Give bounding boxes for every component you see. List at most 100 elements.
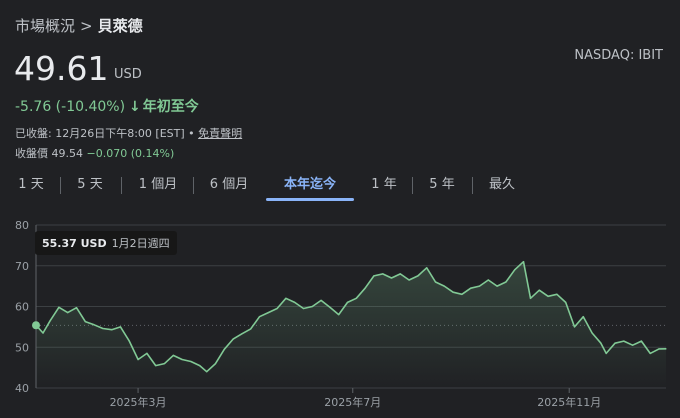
price-point xyxy=(399,273,401,275)
price-point xyxy=(58,306,60,308)
price-point xyxy=(470,287,472,289)
price-area xyxy=(36,261,666,388)
price-point xyxy=(214,362,217,365)
price-point xyxy=(128,340,130,342)
price-point xyxy=(364,287,366,289)
price-point xyxy=(146,352,148,354)
price-point xyxy=(199,364,201,367)
price-point xyxy=(75,307,78,309)
breadcrumb-separator: > xyxy=(80,17,93,35)
tab-1-month[interactable]: 1 個月 xyxy=(128,170,188,199)
price-point xyxy=(111,329,113,331)
price-point xyxy=(294,301,296,304)
closed-separator: • xyxy=(188,127,195,140)
price-change: -5.76 (-10.40%) ↓ 年初至今 xyxy=(15,96,199,116)
ticker-symbol: NASDAQ: IBIT xyxy=(574,48,663,63)
price-point xyxy=(285,297,287,299)
tab-divider xyxy=(412,177,413,194)
price-point xyxy=(605,352,607,354)
tab-5-days[interactable]: 5 天 xyxy=(66,170,114,199)
tab-6-months[interactable]: 6 個月 xyxy=(199,170,259,199)
price-point xyxy=(119,326,122,328)
price-point xyxy=(408,279,410,281)
price-point xyxy=(522,261,525,263)
price-point xyxy=(565,301,567,304)
tab-max[interactable]: 最久 xyxy=(478,170,526,199)
price-point xyxy=(538,289,540,291)
closed-datetime: 12月26日下午8:00 [EST] xyxy=(55,127,185,140)
price-point xyxy=(443,285,445,287)
price-point xyxy=(600,342,602,344)
price-point xyxy=(382,273,384,275)
x-tick-label: 2025年3月 xyxy=(110,395,167,409)
price-point xyxy=(172,354,174,356)
price-point xyxy=(452,291,454,293)
breadcrumb-root-link[interactable]: 市場概況 xyxy=(15,17,75,35)
tab-1-day[interactable]: 1 天 xyxy=(8,170,54,199)
price-point xyxy=(163,362,166,365)
y-tick-label: 70 xyxy=(15,260,29,273)
change-text: -5.76 (-10.40%) xyxy=(15,99,126,115)
price-point xyxy=(155,364,157,367)
chart-tooltip: 55.37 USD 1月2日週四 xyxy=(35,231,177,255)
price-currency: USD xyxy=(114,67,142,82)
x-tick-label: 2025年11月 xyxy=(537,395,601,409)
x-tick-label: 2025年7月 xyxy=(324,395,381,409)
price-point xyxy=(206,371,208,373)
price-point xyxy=(556,293,558,295)
price-point xyxy=(505,281,507,283)
tooltip-value: 55.37 USD xyxy=(42,237,107,250)
price-point xyxy=(417,275,419,277)
price-point xyxy=(241,333,243,335)
x-axis: 2025年3月 2025年7月 2025年11月 xyxy=(110,388,601,409)
range-tabs: 1 天 5 天 1 個月 6 個月 本年迄今 1 年 5 年 最久 xyxy=(0,170,680,202)
price-point xyxy=(514,269,516,271)
price-point xyxy=(346,301,349,304)
price-point xyxy=(582,316,584,318)
price-point xyxy=(267,312,269,314)
price-point xyxy=(434,281,437,283)
price-point xyxy=(302,307,305,310)
cursor-dot xyxy=(32,321,40,330)
tab-divider xyxy=(193,177,194,194)
tooltip-date: 1月2日週四 xyxy=(111,237,170,250)
price-point xyxy=(223,348,225,350)
price-point xyxy=(102,327,104,330)
price-point xyxy=(631,344,634,346)
price-point xyxy=(250,328,252,330)
price-point xyxy=(67,312,69,314)
tab-5-years[interactable]: 5 年 xyxy=(418,170,466,199)
price-point xyxy=(390,277,393,279)
price-point xyxy=(665,348,667,350)
tab-ytd[interactable]: 本年迄今 xyxy=(266,170,354,201)
price-point xyxy=(137,358,139,361)
price-point xyxy=(487,279,489,281)
price-point xyxy=(591,332,593,334)
price-point xyxy=(276,307,278,310)
price-point xyxy=(258,316,261,318)
disclaimer-link[interactable]: 免責聲明 xyxy=(198,127,242,140)
price-point xyxy=(329,306,331,308)
price-point xyxy=(614,342,616,344)
price-point xyxy=(496,285,498,287)
y-tick-label: 60 xyxy=(15,301,29,314)
price-point xyxy=(338,314,340,316)
after-hours-label: 收盤價 xyxy=(15,147,48,160)
tab-1-year[interactable]: 1 年 xyxy=(361,170,407,199)
price-point xyxy=(49,320,51,322)
price-point xyxy=(623,340,625,342)
after-hours-value: 49.54 xyxy=(51,147,84,160)
market-closed-info: 已收盤: 12月26日下午8:00 [EST] • 免責聲明 xyxy=(15,125,242,141)
breadcrumb-current: 貝萊德 xyxy=(97,17,143,35)
price-point xyxy=(42,332,44,334)
price-point xyxy=(93,324,95,326)
y-tick-label: 50 xyxy=(15,341,29,354)
price-point xyxy=(190,360,192,363)
price-point xyxy=(311,305,313,308)
price-point xyxy=(547,295,549,297)
price-point xyxy=(573,326,576,328)
price-point xyxy=(658,348,660,350)
after-hours-info: 收盤價 49.54 −0.070 (0.14%) xyxy=(15,145,174,161)
price-point xyxy=(84,320,86,323)
y-tick-label: 80 xyxy=(15,219,29,232)
